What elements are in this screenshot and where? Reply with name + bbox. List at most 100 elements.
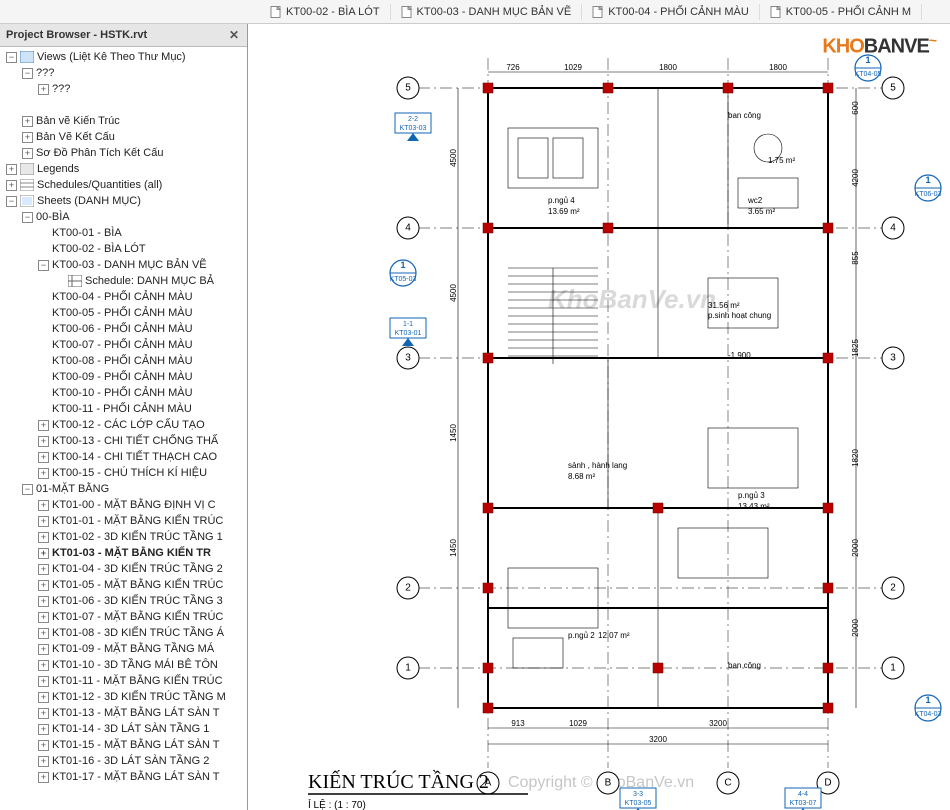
tree-item[interactable]: +KT00-14 - CHI TIẾT THẠCH CAO: [2, 449, 247, 465]
tree-item[interactable]: +KT01-09 - MẶT BẰNG TẦNG MÁ: [2, 641, 247, 657]
tab-3[interactable]: KT00-05 - PHỐI CẢNH M: [760, 4, 922, 20]
tree-item[interactable]: +Schedules/Quantities (all): [2, 177, 247, 193]
tree-item[interactable]: +KT00-13 - CHI TIẾT CHỐNG THẤ: [2, 433, 247, 449]
expander-icon[interactable]: +: [38, 740, 49, 751]
tree-item[interactable]: [2, 97, 247, 113]
tree-item[interactable]: +Sơ Đồ Phân Tích Kết Cấu: [2, 145, 247, 161]
tree-item[interactable]: −???: [2, 65, 247, 81]
expander-icon[interactable]: −: [6, 196, 17, 207]
tree-item[interactable]: +KT00-12 - CÁC LỚP CẤU TẠO: [2, 417, 247, 433]
expander-icon[interactable]: +: [38, 564, 49, 575]
expander-icon[interactable]: +: [38, 772, 49, 783]
tree-item[interactable]: −01-MẶT BẰNG: [2, 481, 247, 497]
expander-icon[interactable]: +: [6, 164, 17, 175]
tree-item[interactable]: +KT01-13 - MẶT BẰNG LÁT SÀN T: [2, 705, 247, 721]
tree-item[interactable]: +KT01-10 - 3D TẦNG MÁI BÊ TÔN: [2, 657, 247, 673]
expander-icon[interactable]: +: [38, 692, 49, 703]
tree-item[interactable]: +KT01-16 - 3D LÁT SÀN TẦNG 2: [2, 753, 247, 769]
tree-item[interactable]: + Legends: [2, 161, 247, 177]
expander-icon[interactable]: +: [38, 580, 49, 591]
svg-text:p.ngủ 3: p.ngủ 3: [738, 491, 765, 500]
expander-icon[interactable]: −: [22, 484, 33, 495]
tree-item[interactable]: +KT01-17 - MẶT BẰNG LÁT SÀN T: [2, 769, 247, 785]
expander-icon[interactable]: +: [38, 756, 49, 767]
svg-text:855: 855: [851, 251, 860, 265]
expander-icon[interactable]: +: [38, 644, 49, 655]
tree-item[interactable]: +KT01-02 - 3D KIẾN TRÚC TẦNG 1: [2, 529, 247, 545]
expander-icon[interactable]: +: [38, 84, 49, 95]
expander-icon[interactable]: +: [38, 452, 49, 463]
tree-item[interactable]: KT00-09 - PHỐI CẢNH MÀU: [2, 369, 247, 385]
close-icon[interactable]: ✕: [227, 28, 241, 42]
project-browser-header[interactable]: Project Browser - HSTK.rvt ✕: [0, 24, 247, 47]
expander-icon[interactable]: +: [38, 628, 49, 639]
tree-item[interactable]: +KT01-14 - 3D LÁT SÀN TẦNG 1: [2, 721, 247, 737]
expander-icon[interactable]: −: [6, 52, 17, 63]
tree-item[interactable]: Schedule: DANH MỤC BẢ: [2, 273, 247, 289]
expander-icon[interactable]: +: [38, 436, 49, 447]
tree-item[interactable]: KT00-08 - PHỐI CẢNH MÀU: [2, 353, 247, 369]
tree-label: KT01-15 - MẶT BẰNG LÁT SÀN T: [52, 739, 220, 751]
tree-item[interactable]: +KT01-08 - 3D KIẾN TRÚC TẦNG Á: [2, 625, 247, 641]
tree-item[interactable]: KT00-01 - BÌA: [2, 225, 247, 241]
expander-icon[interactable]: +: [38, 532, 49, 543]
svg-text:4-4: 4-4: [798, 791, 808, 798]
expander-icon[interactable]: +: [6, 180, 17, 191]
tree-item[interactable]: +???: [2, 81, 247, 97]
tree-item[interactable]: +Bản Vẽ Kết Cấu: [2, 129, 247, 145]
tree-item[interactable]: +KT01-07 - MẶT BẰNG KIẾN TRÚC: [2, 609, 247, 625]
tree-item[interactable]: −00-BÌA: [2, 209, 247, 225]
tab-2[interactable]: KT00-04 - PHỐI CẢNH MÀU: [582, 4, 760, 20]
expander-icon[interactable]: +: [38, 548, 49, 559]
tree-item[interactable]: −Sheets (DANH MỤC): [2, 193, 247, 209]
expander-icon[interactable]: +: [38, 516, 49, 527]
expander-icon[interactable]: +: [22, 132, 33, 143]
tree-label: Legends: [37, 163, 79, 175]
tree-item[interactable]: +KT01-04 - 3D KIẾN TRÚC TẦNG 2: [2, 561, 247, 577]
expander-icon[interactable]: +: [38, 500, 49, 511]
tree-item[interactable]: KT00-06 - PHỐI CẢNH MÀU: [2, 321, 247, 337]
tree-item[interactable]: KT00-10 - PHỐI CẢNH MÀU: [2, 385, 247, 401]
tree-item[interactable]: KT00-04 - PHỐI CẢNH MÀU: [2, 289, 247, 305]
expander-icon[interactable]: −: [22, 212, 33, 223]
tab-0[interactable]: KT00-02 - BÌA LÓT: [260, 4, 391, 20]
expander-icon[interactable]: +: [38, 612, 49, 623]
project-tree[interactable]: −Views (Liệt Kê Theo Thư Mục)−???+??? +Bả…: [0, 47, 247, 810]
tree-item[interactable]: +Bản vẽ Kiến Trúc: [2, 113, 247, 129]
tree-item[interactable]: +KT00-15 - CHÚ THÍCH KÍ HIỆU: [2, 465, 247, 481]
tree-item[interactable]: +KT01-11 - MẶT BẰNG KIẾN TRÚC: [2, 673, 247, 689]
expander-icon[interactable]: +: [38, 724, 49, 735]
expander-icon[interactable]: +: [38, 676, 49, 687]
expander-icon[interactable]: +: [38, 596, 49, 607]
expander-icon[interactable]: +: [38, 420, 49, 431]
tab-1[interactable]: KT00-03 - DANH MỤC BẢN VẼ: [391, 4, 583, 20]
tree-item[interactable]: KT00-07 - PHỐI CẢNH MÀU: [2, 337, 247, 353]
expander-icon[interactable]: +: [22, 148, 33, 159]
expander-icon[interactable]: −: [38, 260, 49, 271]
drawing-scale: Ỉ LỆ : (1 : 70): [308, 798, 366, 810]
svg-text:2: 2: [405, 583, 411, 594]
tree-item[interactable]: +KT01-15 - MẶT BẰNG LÁT SÀN T: [2, 737, 247, 753]
drawing-canvas[interactable]: KHOBANVE~ KhoBanVe.vn Copyright © KhoBan…: [248, 24, 950, 810]
tree-item[interactable]: KT00-05 - PHỐI CẢNH MÀU: [2, 305, 247, 321]
expander-icon[interactable]: +: [22, 116, 33, 127]
svg-text:13.69 m²: 13.69 m²: [548, 207, 580, 216]
tree-item[interactable]: +KT01-01 - MẶT BẰNG KIẾN TRÚC: [2, 513, 247, 529]
tree-item[interactable]: +KT01-05 - MẶT BẰNG KIẾN TRÚC: [2, 577, 247, 593]
expander-icon[interactable]: −: [22, 68, 33, 79]
tree-item[interactable]: +KT01-00 - MẶT BẰNG ĐỊNH VỊ C: [2, 497, 247, 513]
tree-item[interactable]: −Views (Liệt Kê Theo Thư Mục): [2, 49, 247, 65]
expander-icon[interactable]: +: [38, 468, 49, 479]
svg-text:KT03-07: KT03-07: [790, 800, 817, 807]
tree-item[interactable]: −KT00-03 - DANH MỤC BẢN VẼ: [2, 257, 247, 273]
tree-label: KT00-02 - BÌA LÓT: [52, 243, 146, 255]
tree-item[interactable]: +KT01-06 - 3D KIẾN TRÚC TẦNG 3: [2, 593, 247, 609]
expander-icon[interactable]: +: [38, 708, 49, 719]
tree-item[interactable]: +KT01-03 - MẶT BẰNG KIẾN TR: [2, 545, 247, 561]
tree-label: KT01-04 - 3D KIẾN TRÚC TẦNG 2: [52, 563, 223, 575]
expander-icon[interactable]: +: [38, 660, 49, 671]
svg-text:1825: 1825: [851, 339, 860, 357]
tree-item[interactable]: KT00-02 - BÌA LÓT: [2, 241, 247, 257]
tree-item[interactable]: +KT01-12 - 3D KIẾN TRÚC TẦNG M: [2, 689, 247, 705]
tree-item[interactable]: KT00-11 - PHỐI CẢNH MÀU: [2, 401, 247, 417]
